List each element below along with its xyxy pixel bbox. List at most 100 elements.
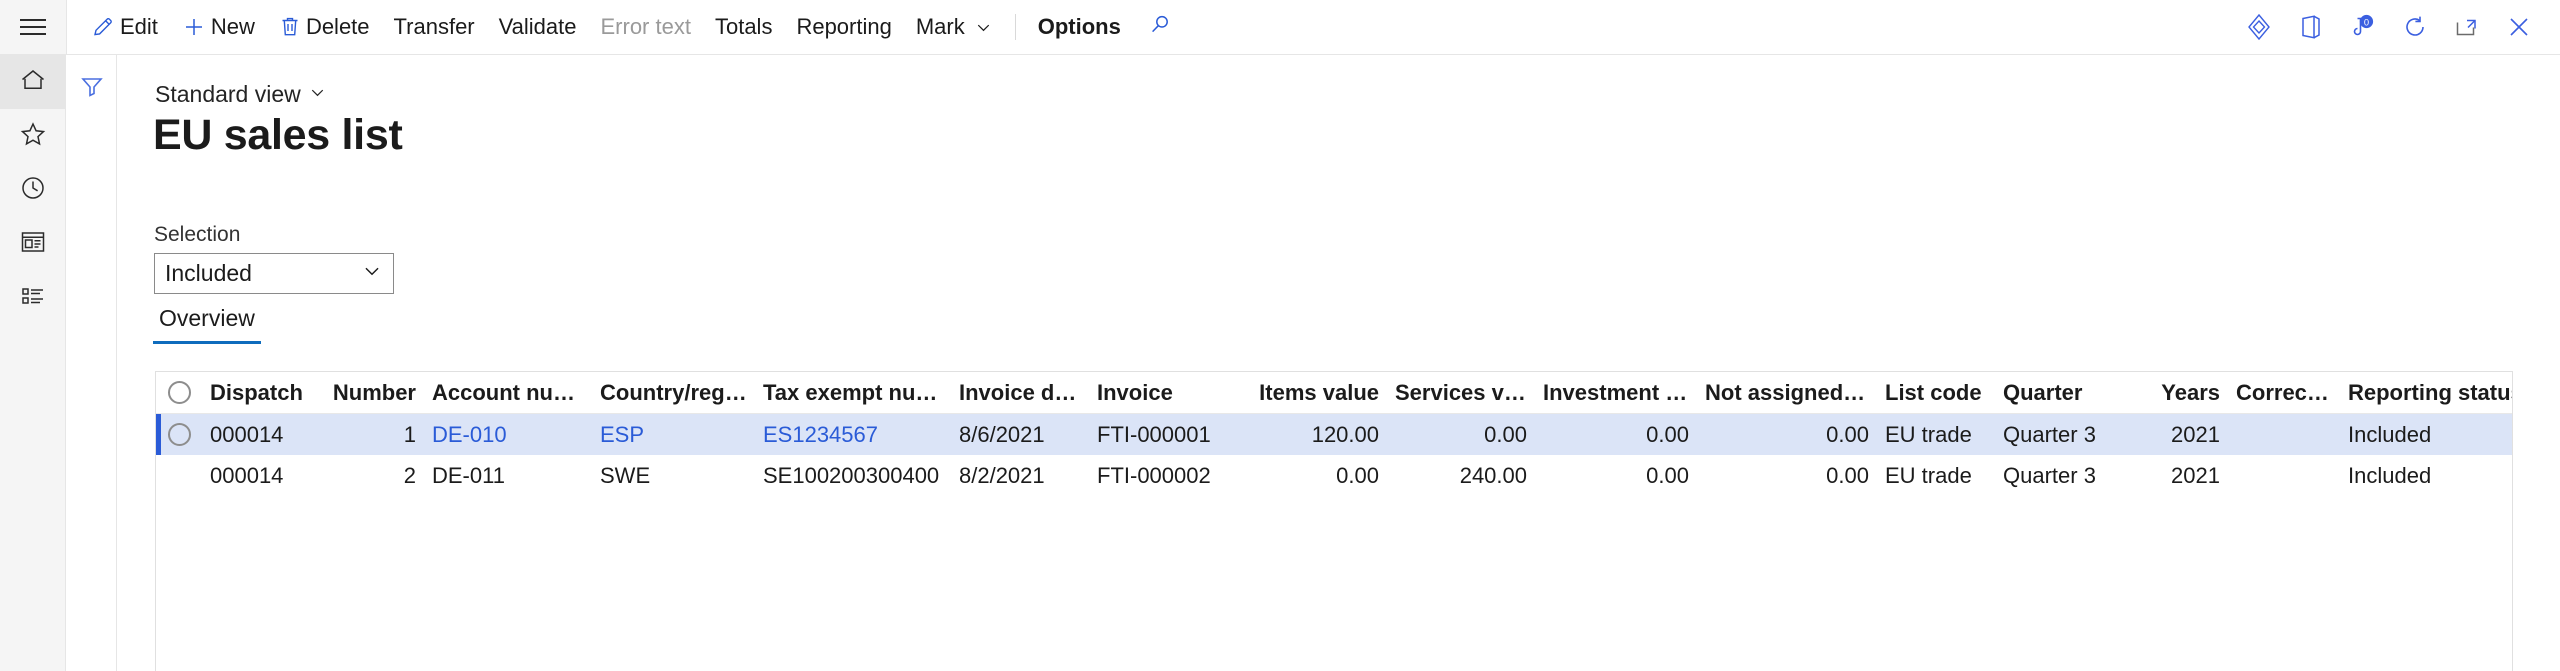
radio-unselected-icon [167,423,191,446]
close-icon[interactable] [2496,4,2542,50]
hamburger-menu-button[interactable] [0,0,66,54]
column-header-quarter[interactable]: Quarter [1995,380,2138,406]
row-select-marker[interactable] [156,423,202,446]
error-text-button: Error text [589,7,703,47]
selection-field-group: Selection Included [154,223,394,294]
cell-dispatch: 000014 [210,421,284,447]
command-buttons: Edit New Delete Transfer Validate Error … [67,0,1187,54]
grid-header-row: Dispatch Number Account number Country/r… [156,372,2512,414]
radio-unselected-icon [167,381,191,404]
cell-services-value: 0.00 [1484,421,1527,447]
selection-dropdown-value: Included [165,260,252,286]
delete-button[interactable]: Delete [267,7,382,47]
cell-quarter: Quarter 3 [2003,462,2096,488]
dynamics-logo-icon[interactable] [2236,4,2282,50]
sidebar-item-workspaces[interactable] [0,217,66,271]
sidebar-item-favorites[interactable] [0,109,66,163]
main-content: Standard view EU sales list Selection In… [117,55,2560,671]
refresh-icon[interactable] [2392,4,2438,50]
column-header-invoice-date[interactable]: Invoice date [951,380,1089,406]
cell-country-region[interactable]: ESP [592,422,755,448]
cell-investment-value: 0.00 [1646,462,1689,488]
chevron-down-icon [361,260,383,288]
command-separator [1014,14,1016,40]
column-header-tax-exempt-number[interactable]: Tax exempt number [755,380,951,406]
trash-icon [279,15,301,39]
top-command-bar: Edit New Delete Transfer Validate Error … [0,0,2560,55]
column-header-account-number[interactable]: Account number [424,380,592,406]
cell-services-value: 240.00 [1459,462,1527,488]
cell-not-assigned-value: 0.00 [1826,421,1869,447]
sidebar-item-modules[interactable] [0,271,66,325]
cell-items-value: 120.00 [1311,421,1379,447]
new-button[interactable]: New [170,7,267,47]
column-header-dispatch[interactable]: Dispatch [202,380,324,406]
notification-count: 0 [2364,16,2369,27]
validate-button-label: Validate [498,14,577,39]
left-navigation-rail [0,55,66,671]
reporting-button[interactable]: Reporting [784,7,903,47]
tab-strip: Overview [153,305,261,344]
notifications-badge-icon[interactable]: 0 [2340,4,2386,50]
office-app-launcher-icon[interactable] [2288,4,2334,50]
page-title: EU sales list [153,111,403,159]
delete-button-label: Delete [305,14,370,39]
cell-quarter: Quarter 3 [2003,421,2096,447]
home-icon [19,66,47,99]
mark-menu-button[interactable]: Mark [904,7,1005,47]
tab-overview-label: Overview [159,305,255,331]
column-header-services-value[interactable]: Services value [1387,380,1535,406]
cell-invoice-date: 8/2/2021 [959,462,1045,488]
transfer-button[interactable]: Transfer [382,7,487,47]
pencil-icon [91,15,115,39]
chevron-down-icon [308,81,327,108]
mark-button-label: Mark [915,14,965,39]
tab-overview[interactable]: Overview [153,305,261,344]
cell-dispatch: 000014 [210,462,284,488]
column-header-items-value[interactable]: Items value [1239,380,1387,406]
open-in-new-window-icon[interactable] [2444,4,2490,50]
cell-list-code: EU trade [1885,462,1972,488]
list-icon [19,284,47,313]
column-header-list-code[interactable]: List code [1877,380,1995,406]
column-header-not-assigned-value[interactable]: Not assigned value [1697,380,1877,406]
view-selector[interactable]: Standard view [155,81,327,108]
error-text-button-label: Error text [600,14,691,39]
sidebar-item-recent[interactable] [0,163,66,217]
column-header-number[interactable]: Number [324,380,424,406]
column-header-corrected[interactable]: Corrected [2228,380,2340,406]
sidebar-item-home[interactable] [0,55,66,109]
view-selector-label: Standard view [155,81,301,107]
column-header-country-region[interactable]: Country/region [592,380,755,406]
edit-button[interactable]: Edit [79,7,170,47]
filter-pane [66,55,117,671]
selection-dropdown[interactable]: Included [154,253,394,294]
search-button[interactable] [1133,7,1187,47]
select-all-rows-checkbox[interactable] [156,381,202,404]
cell-items-value: 0.00 [1336,462,1379,488]
cell-years: 2021 [2171,421,2220,447]
cell-account-number[interactable]: DE-011 [424,463,592,489]
column-header-years[interactable]: Years [2138,380,2228,406]
options-button[interactable]: Options [1026,7,1133,47]
cell-years: 2021 [2171,462,2220,488]
filter-funnel-button[interactable] [66,71,117,105]
cell-list-code: EU trade [1885,421,1972,447]
plus-icon [182,15,206,39]
table-row[interactable]: 000014 2 DE-011 SWE SE100200300400 8/2/2… [156,455,2512,496]
column-header-reporting-status[interactable]: Reporting status [2340,380,2512,406]
cell-investment-value: 0.00 [1646,421,1689,447]
selection-field-label: Selection [154,223,241,246]
cell-number: 2 [403,462,416,488]
filter-funnel-icon [79,73,105,104]
validate-button[interactable]: Validate [487,7,589,47]
cell-tax-exempt-number[interactable]: ES1234567 [755,422,951,448]
column-header-invoice[interactable]: Invoice [1089,380,1239,406]
totals-button[interactable]: Totals [703,7,784,47]
column-header-investment-value[interactable]: Investment value [1535,380,1697,406]
table-row[interactable]: 000014 1 DE-010 ESP ES1234567 8/6/2021 F… [156,414,2512,455]
cell-country-region[interactable]: SWE [592,463,755,489]
cell-account-number[interactable]: DE-010 [424,422,592,448]
cell-tax-exempt-number[interactable]: SE100200300400 [755,463,951,489]
top-right-icons: 0 [2236,0,2560,54]
